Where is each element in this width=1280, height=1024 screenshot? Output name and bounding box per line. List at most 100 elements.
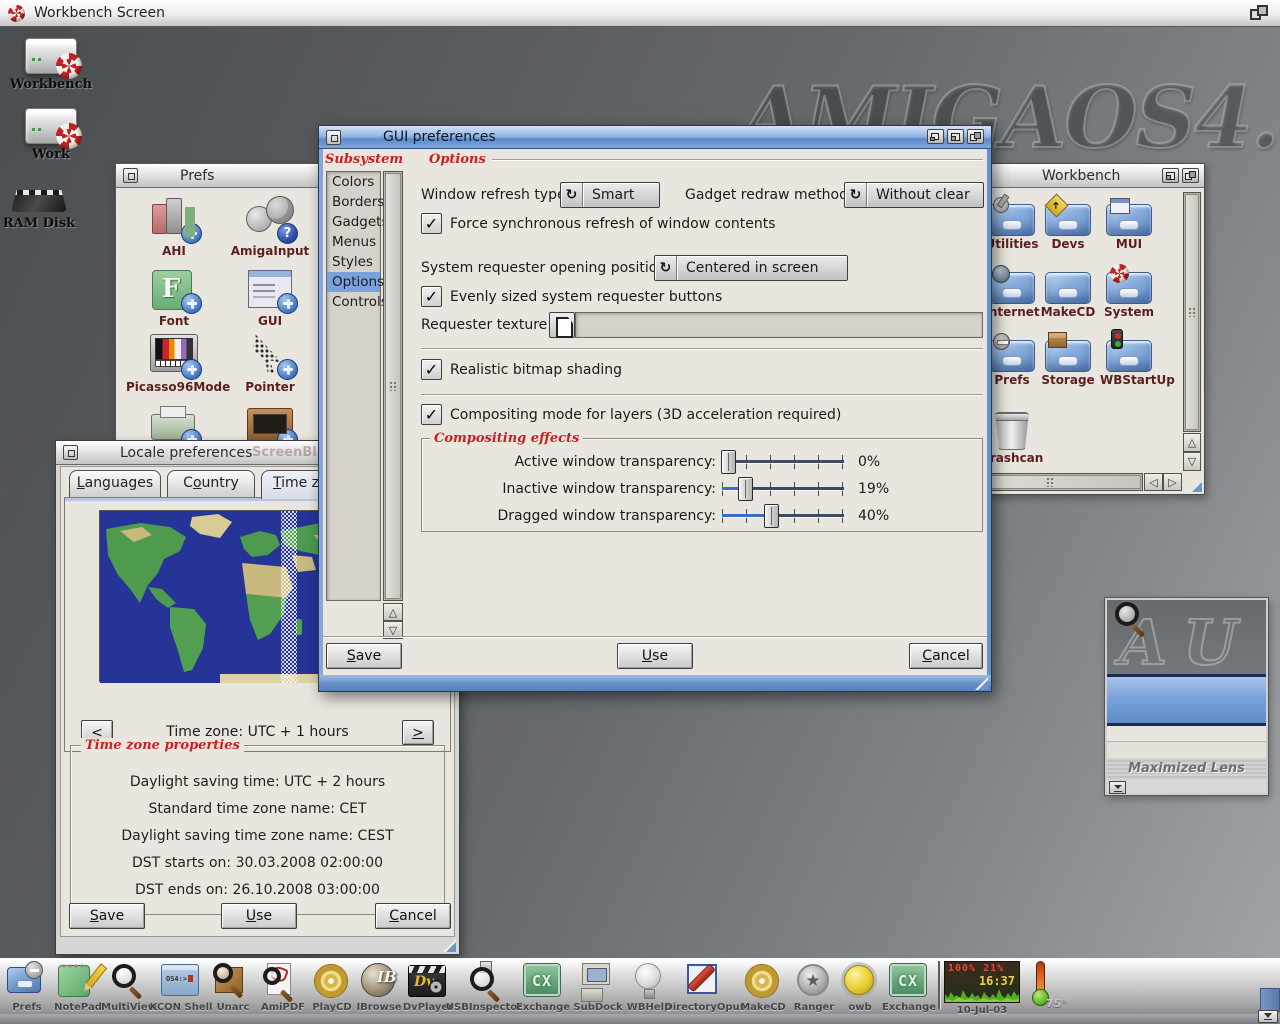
cx-screen-icon: CX xyxy=(887,961,931,1001)
temperature: 75° xyxy=(1046,997,1067,1010)
active-transparency-slider[interactable] xyxy=(722,450,844,474)
save-button[interactable]: Save xyxy=(69,903,145,929)
gui-window-bottom-border[interactable] xyxy=(319,675,991,691)
tab-languages[interactable]: Languages xyxy=(69,470,161,497)
scroll-right-button[interactable]: ▷ xyxy=(1163,473,1182,491)
texture-field[interactable] xyxy=(575,312,983,338)
use-button[interactable]: Use xyxy=(221,903,297,929)
dragged-transparency-slider[interactable] xyxy=(722,504,844,528)
wb-icon-makecd[interactable]: MakeCD xyxy=(1039,268,1097,319)
v-scroll-grip[interactable] xyxy=(1185,194,1199,430)
dock-item-subdock[interactable]: SubDock xyxy=(572,959,624,1013)
zoom-icon[interactable] xyxy=(1162,168,1179,183)
world-map[interactable] xyxy=(99,510,349,682)
gui-window-titlebar[interactable]: GUI preferences xyxy=(319,126,991,149)
tz-property: Daylight saving time zone name: CEST xyxy=(71,828,444,844)
dock-item-ibrowse[interactable]: IB IBrowse xyxy=(356,959,402,1013)
depth-icon[interactable] xyxy=(1182,168,1199,183)
dock-item-multiview[interactable]: MultiView xyxy=(104,959,154,1013)
wb-icon-devs[interactable]: Devs xyxy=(1039,200,1097,251)
list-item-controls[interactable]: Controls xyxy=(327,292,380,312)
dock-item-amipdf[interactable]: AmiPDF xyxy=(258,959,308,1013)
scroll-up-button[interactable]: △ xyxy=(1183,433,1201,452)
cpu-graph xyxy=(945,986,1019,1002)
wb-icon-mui[interactable]: MUI xyxy=(1100,200,1158,251)
dock-item-ranger[interactable]: ★ Ranger xyxy=(790,959,838,1013)
screen-title-bar[interactable]: Workbench Screen xyxy=(0,0,1280,27)
prefs-icon-pointer[interactable]: Pointer xyxy=(222,332,318,394)
list-item-styles[interactable]: Styles xyxy=(327,252,380,272)
list-item-options[interactable]: Options xyxy=(327,272,380,292)
v-scrollbar[interactable] xyxy=(1183,192,1201,432)
tz-next-button[interactable]: > xyxy=(402,720,434,745)
dock-item-prefs[interactable]: Prefs xyxy=(2,959,52,1013)
scroll-down-button[interactable]: ▽ xyxy=(1183,452,1201,471)
screen-depth-icon[interactable] xyxy=(1250,5,1272,22)
lens-band xyxy=(1107,743,1266,758)
resize-corner[interactable] xyxy=(1189,479,1202,492)
cancel-button[interactable]: Cancel xyxy=(909,643,983,669)
scroll-up-button[interactable]: △ xyxy=(383,603,403,621)
use-button[interactable]: Use xyxy=(617,643,693,669)
cd-icon xyxy=(741,961,785,1001)
close-icon[interactable] xyxy=(326,130,341,145)
dock-item-playcd[interactable]: PlayCD xyxy=(308,959,356,1013)
star-glyph: ★ xyxy=(797,964,829,996)
close-icon[interactable] xyxy=(123,168,138,183)
evenly-sized-checkbox[interactable]: ✓ xyxy=(421,286,442,307)
dock-item-directoryopus[interactable]: DirectoryOpus xyxy=(674,959,736,1013)
cancel-button[interactable]: Cancel xyxy=(375,903,451,929)
tab-country[interactable]: Country xyxy=(167,470,255,497)
list-item-colors[interactable]: Colors xyxy=(327,172,380,192)
dock-item-owb[interactable]: owb xyxy=(838,959,882,1013)
force-sync-checkbox[interactable]: ✓ xyxy=(421,213,442,234)
dock-item-unarc[interactable]: Unarc xyxy=(208,959,258,1013)
list-item-menus[interactable]: Menus xyxy=(327,232,380,252)
iconify-icon[interactable] xyxy=(927,129,944,144)
inactive-transparency-slider[interactable] xyxy=(722,477,844,501)
zoom-icon[interactable] xyxy=(947,129,964,144)
list-item-borders[interactable]: Borders xyxy=(327,192,380,212)
lens-hide-button[interactable] xyxy=(1109,781,1126,794)
resize-corner[interactable] xyxy=(975,677,988,690)
prefs-drawer-icon xyxy=(5,961,49,1001)
slider-handle[interactable] xyxy=(764,504,779,528)
desktop-icon-ram-disk[interactable]: RAM Disk xyxy=(0,182,82,231)
requester-pos-cycle[interactable]: ↻ Centered in screen xyxy=(654,255,848,281)
dock-item-makecd[interactable]: MakeCD xyxy=(736,959,790,1013)
dock-label: MultiView xyxy=(101,1002,157,1013)
dock-item-exchange-2[interactable]: CX Exchange xyxy=(882,959,936,1013)
desktop-icon-workbench[interactable]: Workbench xyxy=(8,38,94,92)
realistic-shading-checkbox[interactable]: ✓ xyxy=(421,359,442,380)
list-scroll-grip[interactable] xyxy=(385,173,401,599)
slider-handle[interactable] xyxy=(721,450,736,474)
depth-icon[interactable] xyxy=(967,129,984,144)
list-item-gadgets[interactable]: Gadgets xyxy=(327,212,380,232)
compositing-checkbox[interactable]: ✓ xyxy=(421,404,442,425)
redraw-method-cycle[interactable]: ↻ Without clear xyxy=(844,182,984,208)
dock-hide-button[interactable] xyxy=(1258,1010,1278,1023)
wb-icon-wbstartup[interactable]: WBStartUp xyxy=(1100,336,1158,387)
slider-handle[interactable] xyxy=(738,477,753,501)
save-button[interactable]: Save xyxy=(326,643,402,669)
wb-icon-system[interactable]: System xyxy=(1100,268,1158,319)
dock-item-notepad[interactable]: NotePad xyxy=(52,959,104,1013)
resize-corner[interactable] xyxy=(443,939,456,952)
prefs-icon-picasso96mode[interactable]: Picasso96Mode xyxy=(126,332,222,394)
prefs-icon-ahi[interactable]: AHI xyxy=(126,196,222,258)
desktop-icon-work[interactable]: Work xyxy=(8,108,94,162)
wb-icon-storage[interactable]: Storage xyxy=(1039,336,1097,387)
list-scrollbar[interactable] xyxy=(383,171,403,601)
file-picker-icon[interactable] xyxy=(549,312,575,338)
close-icon[interactable] xyxy=(63,445,78,460)
prefs-icon-gui[interactable]: GUI xyxy=(222,266,318,328)
dock-item-cpu-meter[interactable]: 100% 21% 16:37 10-Jul-03 xyxy=(944,959,1020,1016)
lens-window[interactable]: AU Maximized Lens xyxy=(1105,598,1268,795)
dock-item-kcon-shell[interactable]: OS4:> KCON Shell xyxy=(154,959,208,1013)
prefs-icon-amigainput[interactable]: ? AmigaInput xyxy=(222,196,318,258)
dock-item-usbinspector[interactable]: USBInspector xyxy=(454,959,514,1013)
prefs-icon-font[interactable]: F Font xyxy=(126,266,222,328)
refresh-type-cycle[interactable]: ↻ Smart xyxy=(560,182,660,208)
scroll-left-button[interactable]: ◁ xyxy=(1144,473,1163,491)
dock-item-exchange[interactable]: CX Exchange xyxy=(514,959,572,1013)
